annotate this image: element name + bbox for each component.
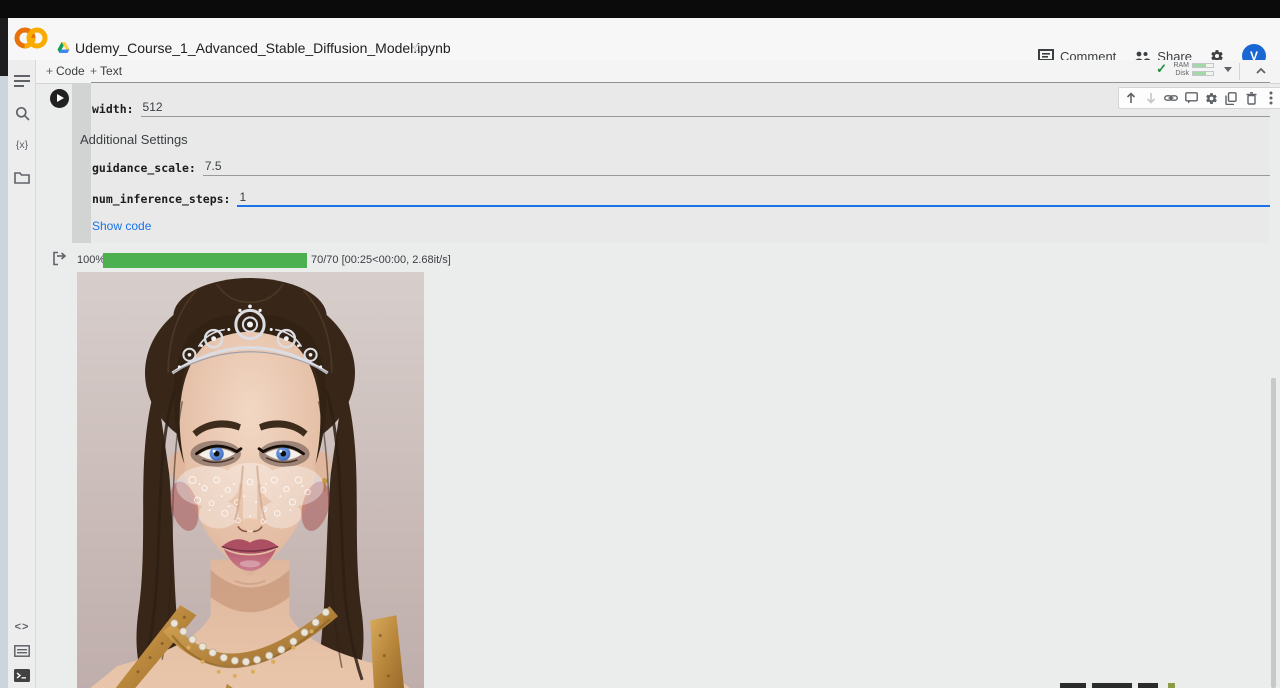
terminal-icon[interactable]	[13, 666, 31, 684]
window-edge-strip	[0, 76, 8, 688]
output-image	[77, 272, 424, 688]
form-field-num-inference-steps: num_inference_steps: 1	[92, 190, 1270, 207]
width-field-label: width:	[92, 102, 134, 117]
colab-app: Udemy_Course_1_Advanced_Stable_Diffusion…	[0, 0, 1280, 688]
left-sidebar: {x} <>	[8, 60, 36, 688]
add-code-label: Code	[56, 64, 85, 78]
num-inference-steps-input[interactable]: 1	[237, 190, 1270, 207]
scrollbar-thumb[interactable]	[1271, 378, 1276, 688]
guidance-scale-input[interactable]: 7.5	[203, 159, 1270, 176]
search-icon[interactable]	[13, 104, 31, 122]
progress-percent: 100%	[77, 254, 105, 266]
guidance-scale-field-label: guidance_scale:	[92, 161, 196, 176]
mirror-cell-icon[interactable]	[1224, 91, 1238, 105]
delete-cell-icon[interactable]	[1244, 91, 1258, 105]
cell-gutter	[72, 83, 91, 243]
plus-icon: +	[46, 64, 53, 78]
guidance-scale-value: 7.5	[205, 159, 222, 173]
collapse-header-button[interactable]	[1254, 64, 1268, 78]
colab-logo-icon[interactable]	[14, 25, 48, 51]
window-edge-dark	[0, 18, 8, 76]
progress-stats: 70/70 [00:25<00:00, 2.68it/s]	[311, 254, 451, 266]
add-comment-icon[interactable]	[1184, 91, 1198, 105]
star-icon[interactable]: ☆	[411, 40, 424, 57]
move-cell-up-icon[interactable]	[1124, 91, 1138, 105]
table-of-contents-icon[interactable]	[13, 72, 31, 90]
width-value: 512	[143, 100, 163, 114]
run-cell-button[interactable]	[50, 89, 69, 108]
variables-icon[interactable]: {x}	[13, 136, 31, 154]
cell-output-icon[interactable]	[52, 251, 68, 266]
ram-gauge	[1192, 63, 1214, 68]
notebook-title[interactable]: Udemy_Course_1_Advanced_Stable_Diffusion…	[75, 40, 451, 56]
resource-gauges: RAM Disk	[1171, 62, 1214, 77]
disk-label: Disk	[1171, 70, 1189, 77]
resources-indicator[interactable]: ✓ RAM Disk	[1156, 61, 1232, 77]
show-code-link[interactable]: Show code	[92, 219, 151, 233]
form-section-title: Additional Settings	[80, 132, 188, 147]
connected-check-icon: ✓	[1156, 61, 1167, 77]
add-text-label: Text	[100, 64, 122, 78]
num-inference-steps-field-label: num_inference_steps:	[92, 192, 230, 207]
num-inference-steps-value: 1	[239, 190, 246, 204]
plus-icon: +	[90, 64, 97, 78]
command-palette-icon[interactable]	[13, 642, 31, 660]
notebook-toolbar: +Code +Text ✓ RAM Disk	[36, 60, 1280, 84]
more-cell-actions-icon[interactable]	[1264, 91, 1278, 105]
disk-gauge	[1192, 71, 1214, 76]
cell-settings-gear-icon[interactable]	[1204, 91, 1218, 105]
code-snippets-icon[interactable]: <>	[13, 618, 31, 636]
cell-toolbar	[1118, 87, 1280, 109]
cutoff-text-fragment	[1060, 683, 1086, 688]
width-input[interactable]: 512	[141, 100, 1270, 117]
browser-top-bar	[0, 0, 1280, 18]
cutoff-cursor-fragment	[1168, 683, 1175, 688]
add-code-button[interactable]: +Code	[46, 64, 85, 78]
cutoff-text-fragment	[1092, 683, 1132, 688]
progress-bar-fill	[103, 253, 307, 268]
drive-icon	[57, 42, 70, 54]
move-cell-down-icon[interactable]	[1144, 91, 1158, 105]
toolbar-divider	[1239, 63, 1240, 80]
cutoff-text-fragment	[1138, 683, 1158, 688]
resources-dropdown-icon[interactable]	[1224, 67, 1232, 72]
form-field-width: width: 512	[92, 100, 1270, 117]
copy-link-icon[interactable]	[1164, 91, 1178, 105]
notebook-header: Udemy_Course_1_Advanced_Stable_Diffusion…	[8, 18, 1280, 60]
ram-label: RAM	[1171, 62, 1189, 69]
progress-bar	[103, 253, 307, 268]
files-folder-icon[interactable]	[13, 168, 31, 186]
add-text-button[interactable]: +Text	[90, 64, 122, 78]
form-field-guidance-scale: guidance_scale: 7.5	[92, 159, 1270, 176]
